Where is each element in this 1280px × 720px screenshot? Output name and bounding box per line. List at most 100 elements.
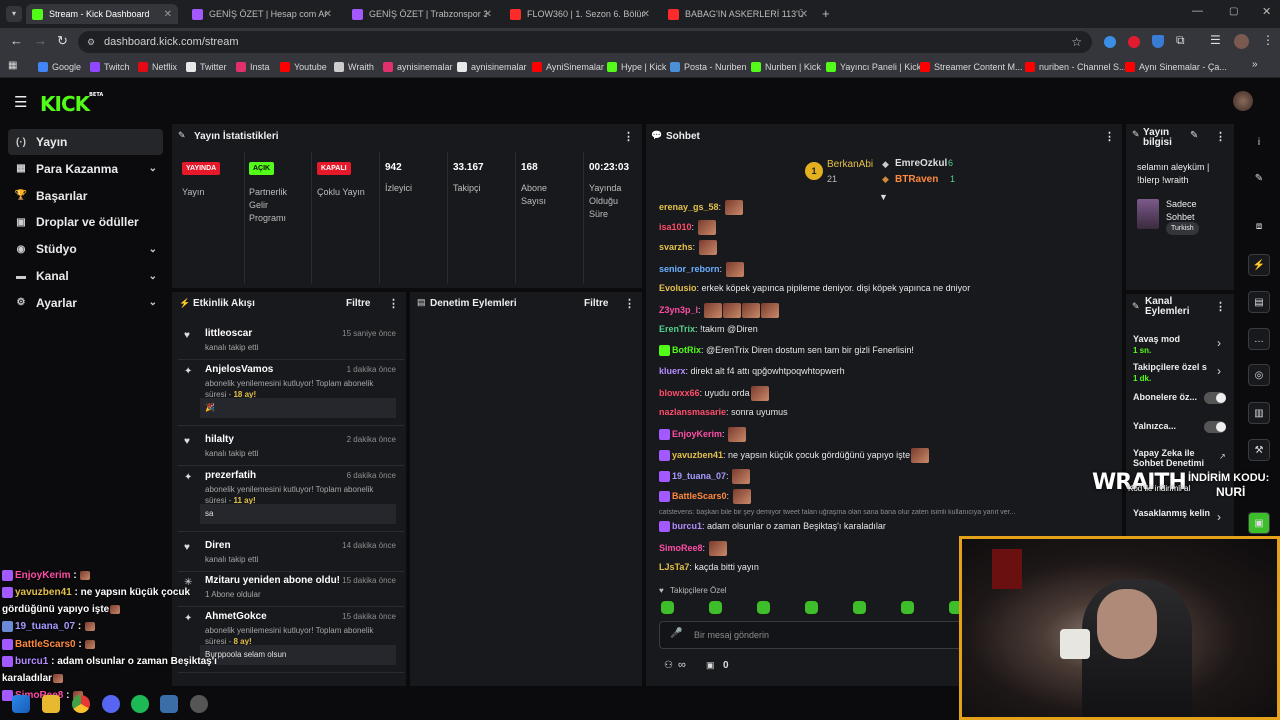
chevron-right-icon[interactable]: › <box>1217 510 1221 524</box>
reload-icon[interactable]: ↻ <box>57 33 68 49</box>
activity-username[interactable]: Diren <box>205 540 231 551</box>
chat-users-icon[interactable]: ⚇ <box>664 660 673 671</box>
chat-username[interactable]: SimoRee8 <box>659 543 703 553</box>
bookmark-star-icon[interactable]: ☆ <box>1071 31 1082 53</box>
bookmark-13[interactable]: Nuriben | Kick <box>751 59 821 75</box>
microphone-icon[interactable]: 🎤 <box>670 628 682 639</box>
chat-username[interactable]: yavuzben41 <box>672 450 723 460</box>
hamburger-menu-icon[interactable]: ☰ <box>14 93 27 111</box>
chevron-down-icon[interactable]: ⌄ <box>149 271 157 282</box>
chat-username[interactable]: EnjoyKerim <box>672 429 722 439</box>
tab-close-icon[interactable]: ✕ <box>642 9 650 20</box>
bookmark-15[interactable]: Streamer Content M... <box>920 59 1023 75</box>
extension-icon-blue[interactable] <box>1104 36 1116 48</box>
chat-username[interactable]: BattleScars0 <box>672 491 727 501</box>
channel-action-yaln-zca[interactable]: Yalnızca... <box>1133 421 1231 447</box>
chat-username[interactable]: kluerx <box>659 366 686 376</box>
toggle-switch[interactable] <box>1204 421 1226 433</box>
media-control-icon[interactable]: ☰ <box>1210 33 1221 47</box>
bookmark-8[interactable]: aynisinemalar <box>383 59 453 75</box>
bookmark-9[interactable]: aynisinemalar <box>457 59 527 75</box>
info-icon[interactable]: i <box>1248 132 1270 154</box>
settings-app-icon[interactable] <box>190 695 208 713</box>
sidebar-item-yay-n[interactable]: (·) Yayın <box>8 129 163 155</box>
tab-list-icon[interactable]: ▾ <box>6 6 22 22</box>
browser-menu-icon[interactable]: ⋮ <box>1262 33 1274 47</box>
channel-action-abonelere-z[interactable]: Abonelere öz... <box>1133 392 1231 418</box>
quick-emote[interactable] <box>805 601 818 614</box>
bookmark-11[interactable]: Hype | Kick <box>607 59 666 75</box>
bookmark-5[interactable]: Insta <box>236 59 270 75</box>
sidebar-item-para-kazanma[interactable]: ▦ Para Kazanma ⌄ <box>8 156 163 182</box>
moderation-menu-icon[interactable]: ⋮ <box>624 297 635 310</box>
lightning-icon[interactable]: ⚡ <box>1248 254 1270 276</box>
edit-stream-info-icon[interactable]: ✎ <box>1190 130 1198 141</box>
quick-emote[interactable] <box>853 601 866 614</box>
more-bookmarks-icon[interactable]: » <box>1252 59 1258 70</box>
activity-username[interactable]: prezerfatih <box>205 470 256 481</box>
activity-menu-icon[interactable]: ⋮ <box>388 297 399 310</box>
chat-username[interactable]: erenay_gs_58 <box>659 202 719 212</box>
stream-info-menu-icon[interactable]: ⋮ <box>1215 130 1226 143</box>
bookmark-7[interactable]: Wraith <box>334 59 374 75</box>
browser-tab-4[interactable]: FLOW360 | 1. Sezon 6. Bölüm | ✕ <box>504 4 656 24</box>
channel-actions-menu-icon[interactable]: ⋮ <box>1215 300 1226 313</box>
chat-username[interactable]: burcu1 <box>672 521 702 531</box>
file-explorer-icon[interactable] <box>42 695 60 713</box>
tab-close-icon[interactable]: ✕ <box>800 9 808 20</box>
bookmark-3[interactable]: Netflix <box>138 59 177 75</box>
clipboard-icon[interactable]: ▤ <box>1248 291 1270 313</box>
extensions-puzzle-icon[interactable]: ⧉ <box>1176 33 1185 48</box>
channel-action-yava-mod[interactable]: Yavaş mod 1 sn. › <box>1133 334 1231 360</box>
new-tab-icon[interactable]: + <box>822 6 830 21</box>
leader-2-name[interactable]: EmreOzkul <box>895 158 947 169</box>
activity-username[interactable]: littleoscar <box>205 328 252 339</box>
kick-app-icon[interactable]: ▣ <box>1248 512 1270 534</box>
external-link-icon[interactable]: ↗ <box>1219 452 1226 461</box>
maximize-icon[interactable]: ▢ <box>1229 6 1238 17</box>
chevron-down-icon[interactable]: ⌄ <box>149 163 157 174</box>
leader-1-name[interactable]: BerkanAbi <box>827 159 873 170</box>
tools-icon[interactable]: ⚒ <box>1248 439 1270 461</box>
site-info-icon[interactable]: ⚙ <box>87 31 95 53</box>
chat-menu-icon[interactable]: ⋮ <box>1104 130 1115 143</box>
windows-start-icon[interactable] <box>12 695 30 713</box>
tab-close-icon[interactable]: ✕ <box>164 9 172 20</box>
sidebar-item-ba-ar-lar[interactable]: 🏆 Başarılar <box>8 183 163 209</box>
chat-username[interactable]: isa1010 <box>659 222 692 232</box>
chat-username[interactable]: Evolusio <box>659 283 697 293</box>
profile-avatar[interactable] <box>1234 34 1249 49</box>
quick-emote[interactable] <box>709 601 722 614</box>
layout-icon[interactable]: ▥ <box>1248 402 1270 424</box>
extension-icon-shield[interactable] <box>1152 35 1164 48</box>
crop-icon[interactable]: ⧈ <box>1248 216 1270 238</box>
browser-tab-1[interactable]: Stream - Kick Dashboard ✕ <box>26 4 178 24</box>
bookmark-16[interactable]: nuriben - Channel S... <box>1025 59 1127 75</box>
bookmark-4[interactable]: Twitter <box>186 59 227 75</box>
category-name[interactable]: Sadece Sohbet <box>1166 198 1226 224</box>
channel-action-takip-ilere-zel-s[interactable]: Takipçilere özel s 1 dk. › <box>1133 362 1231 388</box>
chat-username[interactable]: nazlansmasarie <box>659 407 726 417</box>
discord-icon[interactable] <box>102 695 120 713</box>
minimize-icon[interactable]: — <box>1192 5 1203 17</box>
quick-emote[interactable] <box>757 601 770 614</box>
quick-emote[interactable] <box>901 601 914 614</box>
apps-grid-icon[interactable]: ▦ <box>8 60 17 71</box>
back-icon[interactable]: ← <box>10 33 23 48</box>
activity-username[interactable]: hilalty <box>205 434 234 445</box>
spotify-icon[interactable] <box>131 695 149 713</box>
chat-username[interactable]: senior_reborn <box>659 264 720 274</box>
close-window-icon[interactable]: ✕ <box>1262 5 1271 18</box>
chevron-right-icon[interactable]: › <box>1217 364 1221 378</box>
sidebar-item-st-dyo[interactable]: ◉ Stüdyo ⌄ <box>8 236 163 262</box>
chat-username[interactable]: LJsTa7 <box>659 562 689 572</box>
tab-close-icon[interactable]: ✕ <box>324 9 332 20</box>
chat-icon[interactable]: … <box>1248 328 1270 350</box>
app-icon[interactable] <box>160 695 178 713</box>
chevron-down-icon[interactable]: ⌄ <box>149 297 157 308</box>
quick-emote[interactable] <box>661 601 674 614</box>
bookmark-6[interactable]: Youtube <box>280 59 327 75</box>
chat-username[interactable]: 19_tuana_07 <box>672 471 726 481</box>
leader-3-name[interactable]: BTRaven <box>895 174 938 185</box>
moderation-filter-button[interactable]: Filtre <box>584 298 608 309</box>
